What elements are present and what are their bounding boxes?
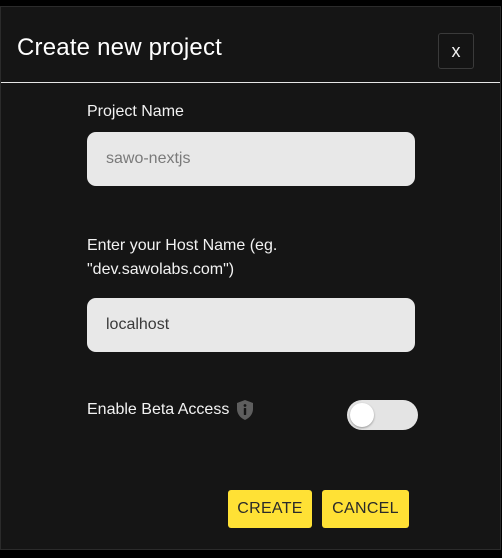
header-divider	[1, 82, 500, 83]
close-button[interactable]: x	[438, 33, 474, 69]
dialog-title: Create new project	[17, 34, 223, 61]
beta-access-toggle[interactable]	[347, 400, 418, 430]
project-name-input[interactable]	[87, 132, 415, 186]
beta-access-label: Enable Beta Access	[87, 401, 230, 418]
cancel-button[interactable]: CANCEL	[322, 490, 409, 528]
host-name-input[interactable]	[87, 298, 415, 352]
beta-access-row: Enable Beta Access	[87, 399, 255, 421]
create-button[interactable]: CREATE	[228, 490, 312, 528]
create-project-dialog: Create new project x Project Name Enter …	[0, 6, 501, 550]
host-name-label: Enter your Host Name (eg. "dev.sawolabs.…	[87, 237, 278, 278]
project-name-label: Project Name	[87, 103, 184, 120]
toggle-knob	[350, 403, 374, 427]
info-shield-icon[interactable]	[235, 399, 255, 421]
